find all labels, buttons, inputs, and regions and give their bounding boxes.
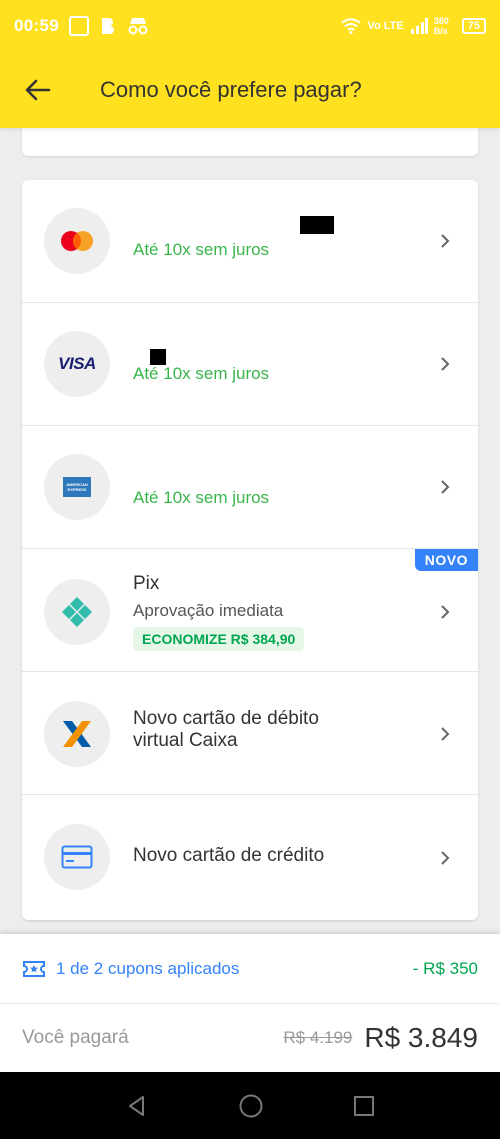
incognito-icon — [128, 18, 148, 35]
payment-option-caixa-debit[interactable]: Novo cartão de débito virtual Caixa — [22, 672, 478, 795]
visa-logo-icon: VISA — [44, 331, 110, 397]
previous-section-card — [22, 128, 478, 156]
chevron-right-icon — [441, 234, 450, 248]
app-b-icon — [101, 18, 114, 34]
payment-option-pix[interactable]: NOVO Pix Aprovação imediata ECONOMIZE R$… — [22, 549, 478, 672]
status-time: 00:59 — [14, 16, 59, 35]
page-title: Como você prefere pagar? — [100, 77, 362, 102]
back-button[interactable] — [0, 52, 76, 128]
app-bar: Como você prefere pagar? — [0, 52, 500, 128]
nav-recents-icon[interactable] — [353, 1095, 375, 1117]
savings-badge: ECONOMIZE R$ 384,90 — [133, 627, 305, 651]
credit-card-icon — [44, 824, 110, 890]
pix-subtitle: Aprovação imediata — [133, 601, 284, 620]
status-bar: 00:59 Vo LTE 380 B/s 75 — [0, 0, 500, 52]
coupons-row[interactable]: 1 de 2 cupons aplicados - R$ 350 — [0, 934, 500, 1004]
battery-level: 75 — [467, 20, 480, 32]
coupons-applied-link[interactable]: 1 de 2 cupons aplicados — [56, 959, 239, 979]
pix-logo-icon — [44, 579, 110, 645]
chevron-right-icon — [441, 605, 450, 619]
payment-options-list: Até 10x sem juros VISA Até 10x sem juros… — [22, 180, 478, 920]
caixa-logo-icon — [44, 701, 110, 767]
installments-label: Até 10x sem juros — [133, 240, 270, 259]
total-label: Você pagará — [22, 1027, 129, 1048]
caixa-title-line1: Novo cartão de débito — [133, 708, 319, 729]
total-row: Você pagará R$ 4.199 R$ 3.849 — [0, 1004, 500, 1072]
payment-option-visa[interactable]: VISA Até 10x sem juros — [22, 303, 478, 426]
redacted-card-number — [300, 216, 334, 234]
pix-title: Pix — [133, 573, 160, 594]
installments-label: Até 10x sem juros — [133, 364, 270, 383]
notification-icon — [68, 16, 89, 36]
new-badge: NOVO — [414, 549, 478, 571]
mastercard-logo-icon — [44, 208, 110, 274]
chevron-right-icon — [441, 480, 450, 494]
payment-option-new-credit-card[interactable]: Novo cartão de crédito — [22, 795, 478, 920]
chevron-right-icon — [441, 727, 450, 741]
payment-option-amex[interactable]: AMERICAN EXPRESS Até 10x sem juros — [22, 426, 478, 549]
caixa-title-line2: virtual Caixa — [133, 730, 238, 751]
wifi-icon — [341, 18, 362, 34]
network-speed: 380 B/s — [433, 16, 449, 36]
amex-logo-icon: AMERICAN EXPRESS — [44, 454, 110, 520]
redacted-card-number — [150, 349, 166, 365]
chevron-right-icon — [441, 851, 450, 865]
payment-option-mastercard[interactable]: Até 10x sem juros — [22, 180, 478, 303]
nav-home-icon[interactable] — [238, 1093, 264, 1119]
new-credit-card-title: Novo cartão de crédito — [133, 845, 325, 866]
chevron-right-icon — [441, 357, 450, 371]
system-navigation-bar — [0, 1072, 500, 1139]
coupon-discount-value: - R$ 350 — [412, 958, 478, 978]
original-price: R$ 4.199 — [283, 1028, 353, 1047]
signal-icon — [410, 18, 428, 34]
visa-brand-text: VISA — [58, 354, 96, 373]
final-price: R$ 3.849 — [364, 1022, 478, 1053]
arrow-left-icon — [25, 79, 51, 101]
network-label: Vo LTE — [367, 20, 404, 32]
nav-back-icon[interactable] — [125, 1094, 149, 1118]
installments-label: Até 10x sem juros — [133, 488, 270, 507]
battery-icon: 75 — [461, 18, 486, 34]
amex-brand-text: AMERICAN EXPRESS — [63, 477, 91, 497]
coupon-ticket-icon — [23, 960, 45, 977]
checkout-summary: 1 de 2 cupons aplicados - R$ 350 Você pa… — [0, 934, 500, 1072]
